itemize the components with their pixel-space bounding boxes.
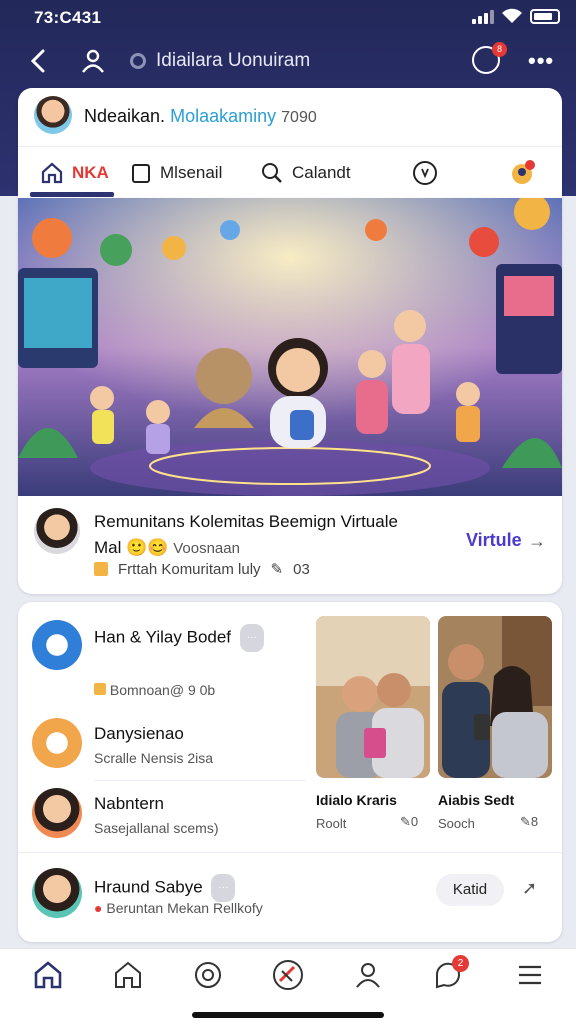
- community-badge-icon: [94, 562, 108, 576]
- list-item-title: Danysienao: [94, 724, 184, 743]
- battery-icon: [530, 9, 560, 24]
- home-icon: [41, 162, 63, 184]
- list-item[interactable]: Danysienao Scralle Nensis 2isa: [18, 712, 308, 782]
- list-item[interactable]: Nabntern Sasejallanal scems): [18, 782, 308, 852]
- post-meta-text: Frttah Komuritam luly: [118, 560, 261, 578]
- profile-name-highlight: Molaakaminy: [170, 106, 277, 126]
- group-icon[interactable]: [80, 48, 106, 74]
- user-avatar: [32, 788, 82, 838]
- list-item-title: Han & Yilay Bodef: [94, 627, 232, 647]
- list-item-meta: Beruntan Mekan Rellkofy: [106, 900, 263, 916]
- back-arrow-icon[interactable]: [26, 48, 52, 74]
- join-button[interactable]: Katid: [436, 874, 504, 906]
- edit-icon: [32, 620, 82, 670]
- profile-name-main: Ndeaikan.: [84, 106, 166, 126]
- divider: [18, 852, 562, 853]
- post-hero-image[interactable]: [18, 198, 562, 496]
- notification-badge: 8: [492, 42, 507, 57]
- tab-messages-label: Mlsenail: [160, 163, 223, 182]
- list-item-title: Hraund Sabye: [94, 877, 203, 897]
- menu-icon[interactable]: [514, 959, 546, 991]
- community-home-icon[interactable]: [112, 959, 144, 991]
- list-item[interactable]: Hraund Sabye ··· ● Beruntan Mekan Rellko…: [18, 864, 418, 934]
- status-badge: ···: [211, 874, 236, 902]
- pencil-icon: ✎: [400, 814, 411, 829]
- sticker-icon: ●: [94, 900, 103, 916]
- featured-post-card[interactable]: Remunitans Kolemitas Beemign Virtuale Ma…: [18, 198, 562, 594]
- home-indicator: [192, 1012, 384, 1018]
- post-title[interactable]: Remunitans Kolemitas Beemign Virtuale Ma…: [94, 509, 414, 562]
- emoji-faces-icon: 🙂😊: [126, 538, 169, 557]
- list-item-title: Nabntern: [94, 794, 164, 813]
- status-time: 73:C431: [34, 8, 102, 27]
- clock-icon: [413, 161, 437, 185]
- status-badge: ···: [239, 624, 264, 652]
- photo-author: Roolt: [316, 816, 347, 831]
- list-item[interactable]: Han & Yilay Bodef ··· Bomnoan@ 9 0b: [18, 602, 308, 712]
- badge-nav-icon[interactable]: [192, 959, 224, 991]
- photo-like-count: 8: [530, 814, 539, 829]
- photo-likes: ✎8: [520, 814, 538, 830]
- tab-search-label: Calandt: [292, 163, 351, 182]
- photo-likes: ✎0: [400, 814, 418, 830]
- active-tab-indicator: [30, 192, 114, 197]
- pencil-icon: ✎: [270, 561, 284, 578]
- nav-bar: Idiailara Uonuiram 8 •••: [0, 38, 576, 84]
- avatar-badge-icon: [512, 160, 535, 184]
- tab-home-label: NKA: [72, 163, 109, 182]
- list-item-meta: Sasejallanal scems): [94, 820, 219, 836]
- photo-caption: Aiabis Sedt: [438, 792, 515, 808]
- arrow-right-icon[interactable]: →: [528, 531, 546, 552]
- post-subtitle: Voosnaan: [173, 540, 240, 557]
- more-options-icon[interactable]: •••: [528, 48, 554, 74]
- photo-author: Sooch: [438, 816, 475, 831]
- photo-thumbnail[interactable]: [316, 616, 430, 778]
- home-icon[interactable]: [32, 959, 64, 991]
- signal-icon: [472, 10, 496, 24]
- post-author-avatar[interactable]: [34, 508, 80, 554]
- divider: [94, 780, 306, 781]
- chat-badge: 2: [452, 955, 469, 972]
- create-icon[interactable]: [272, 959, 304, 991]
- user-avatar: [32, 868, 82, 918]
- photo-like-count: 0: [410, 814, 419, 829]
- profile-avatar[interactable]: [34, 96, 72, 134]
- post-meta-count: 03: [293, 560, 310, 578]
- badge-icon: [94, 683, 106, 695]
- post-meta: Frttah Komuritam luly ✎ 03: [94, 560, 310, 578]
- virtual-cta-link[interactable]: Virtule: [466, 530, 522, 551]
- wifi-icon: [502, 8, 522, 23]
- tab-search[interactable]: Calandt: [260, 159, 351, 187]
- list-item-meta: Bomnoan@: [109, 682, 185, 698]
- tab-history[interactable]: [412, 159, 438, 187]
- community-dot-icon: [130, 53, 146, 69]
- pencil-icon: ✎: [520, 814, 531, 829]
- share-icon[interactable]: ➚: [522, 878, 537, 899]
- profile-icon[interactable]: [352, 959, 384, 991]
- chart-icon: [32, 718, 82, 768]
- profile-name: Ndeaikan. Molaakaminy 7090: [84, 106, 317, 127]
- status-bar: 73:C431: [0, 0, 576, 34]
- profile-name-suffix: 7090: [281, 109, 317, 126]
- list-item-meta: Scralle Nensis 2isa: [94, 750, 214, 766]
- header-title: Idiailara Uonuiram: [156, 50, 311, 71]
- tab-profile[interactable]: [510, 159, 536, 187]
- clipboard-icon: [132, 164, 150, 183]
- tab-messages[interactable]: Mlsenail: [130, 159, 222, 187]
- photo-caption: Idialo Kraris: [316, 792, 397, 808]
- profile-card: Ndeaikan. Molaakaminy 7090 NKA Mlsenail …: [18, 88, 562, 198]
- search-icon: [262, 163, 282, 183]
- activity-list-card: Han & Yilay Bodef ··· Bomnoan@ 9 0b Dany…: [18, 602, 562, 942]
- tab-home[interactable]: NKA: [40, 159, 109, 187]
- list-item-count: 9 0b: [187, 682, 216, 698]
- tab-bar: NKA Mlsenail Calandt: [18, 146, 562, 198]
- photo-thumbnail[interactable]: [438, 616, 552, 778]
